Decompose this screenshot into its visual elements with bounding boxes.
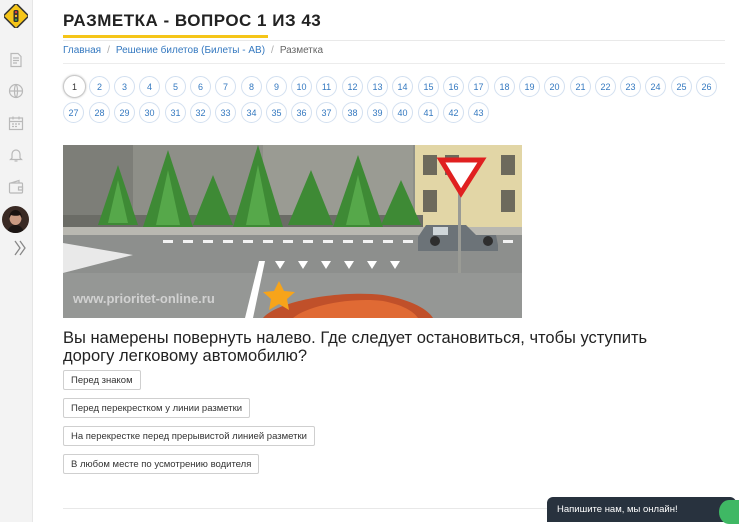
answer-button[interactable]: Перед знаком [63, 370, 141, 390]
question-number-button[interactable]: 21 [570, 76, 591, 97]
question-number-button[interactable]: 35 [266, 102, 287, 123]
image-watermark: www.prioritet-online.ru [73, 291, 215, 306]
question-number-button[interactable]: 24 [645, 76, 666, 97]
question-number-button[interactable]: 25 [671, 76, 692, 97]
question-number-button[interactable]: 9 [266, 76, 287, 97]
question-number-button[interactable]: 42 [443, 102, 464, 123]
question-number-button[interactable]: 29 [114, 102, 135, 123]
question-number-button[interactable]: 26 [696, 76, 717, 97]
question-number-button[interactable]: 18 [494, 76, 515, 97]
title-underline [63, 35, 268, 38]
question-number-button[interactable]: 14 [392, 76, 413, 97]
question-number-button[interactable]: 15 [418, 76, 439, 97]
question-number-button[interactable]: 34 [241, 102, 262, 123]
question-number-button[interactable]: 28 [89, 102, 110, 123]
question-number-button[interactable]: 23 [620, 76, 641, 97]
question-number-button[interactable]: 8 [241, 76, 262, 97]
bell-icon[interactable] [6, 145, 26, 165]
question-number-button[interactable]: 40 [392, 102, 413, 123]
question-number-button[interactable]: 41 [418, 102, 439, 123]
traffic-light-logo-icon[interactable] [2, 2, 30, 30]
question-number-button[interactable]: 32 [190, 102, 211, 123]
breadcrumb-tickets-link[interactable]: Решение билетов (Билеты - АВ) [116, 45, 265, 56]
question-number-button[interactable]: 38 [342, 102, 363, 123]
question-number-button[interactable]: 10 [291, 76, 312, 97]
answer-button[interactable]: На перекрестке перед прерывистой линией … [63, 426, 315, 446]
chat-status-icon [719, 500, 739, 524]
answer-button[interactable]: В любом месте по усмотрению водителя [63, 454, 260, 474]
breadcrumb-separator: / [107, 45, 110, 56]
avatar[interactable] [2, 206, 29, 233]
document-icon[interactable] [6, 50, 26, 70]
page-title: РАЗМЕТКА - ВОПРОС 1 ИЗ 43 [63, 11, 322, 30]
divider [63, 63, 725, 64]
page-header: РАЗМЕТКА - ВОПРОС 1 ИЗ 43 [63, 0, 725, 41]
question-number-button[interactable]: 39 [367, 102, 388, 123]
double-chevron-right-icon[interactable] [14, 240, 26, 257]
question-number-button[interactable]: 36 [291, 102, 312, 123]
question-number-button[interactable]: 27 [63, 102, 84, 123]
question-number-button[interactable]: 2 [89, 76, 110, 97]
breadcrumb-current: Разметка [279, 45, 324, 56]
question-number-button[interactable]: 20 [544, 76, 565, 97]
sidebar [0, 0, 33, 522]
question-text: Вы намерены повернуть налево. Где следуе… [63, 329, 648, 365]
answer-button[interactable]: Перед перекрестком у линии разметки [63, 398, 251, 418]
question-number-button[interactable]: 30 [139, 102, 160, 123]
breadcrumb: Главная / Решение билетов (Билеты - АВ) / Ра… [63, 45, 725, 61]
question-image: www.prioritet-online.ru [63, 145, 522, 318]
question-number-button[interactable]: 5 [165, 76, 186, 97]
question-number-button[interactable]: 13 [367, 76, 388, 97]
question-number-button[interactable]: 22 [595, 76, 616, 97]
question-number-button[interactable]: 1 [63, 75, 86, 98]
question-number-button[interactable]: 6 [190, 76, 211, 97]
question-number-button[interactable]: 33 [215, 102, 236, 123]
question-number-button[interactable]: 37 [316, 102, 337, 123]
question-number-button[interactable]: 11 [316, 76, 337, 97]
question-number-button[interactable]: 7 [215, 76, 236, 97]
question-number-button[interactable]: 19 [519, 76, 540, 97]
question-number-button[interactable]: 43 [468, 102, 489, 123]
chat-widget[interactable]: Напишите нам, мы онлайн! [547, 497, 739, 524]
breadcrumb-home-link[interactable]: Главная [63, 45, 101, 56]
globe-icon[interactable] [6, 81, 26, 101]
chat-label: Напишите нам, мы онлайн! [557, 504, 678, 515]
question-number-button[interactable]: 3 [114, 76, 135, 97]
question-number-button[interactable]: 16 [443, 76, 464, 97]
question-number-button[interactable]: 17 [468, 76, 489, 97]
wallet-icon[interactable] [6, 177, 26, 197]
question-number-button[interactable]: 12 [342, 76, 363, 97]
question-number-button[interactable]: 31 [165, 102, 186, 123]
breadcrumb-separator: / [271, 45, 274, 56]
question-number-button[interactable]: 4 [139, 76, 160, 97]
calendar-icon[interactable] [6, 113, 26, 133]
